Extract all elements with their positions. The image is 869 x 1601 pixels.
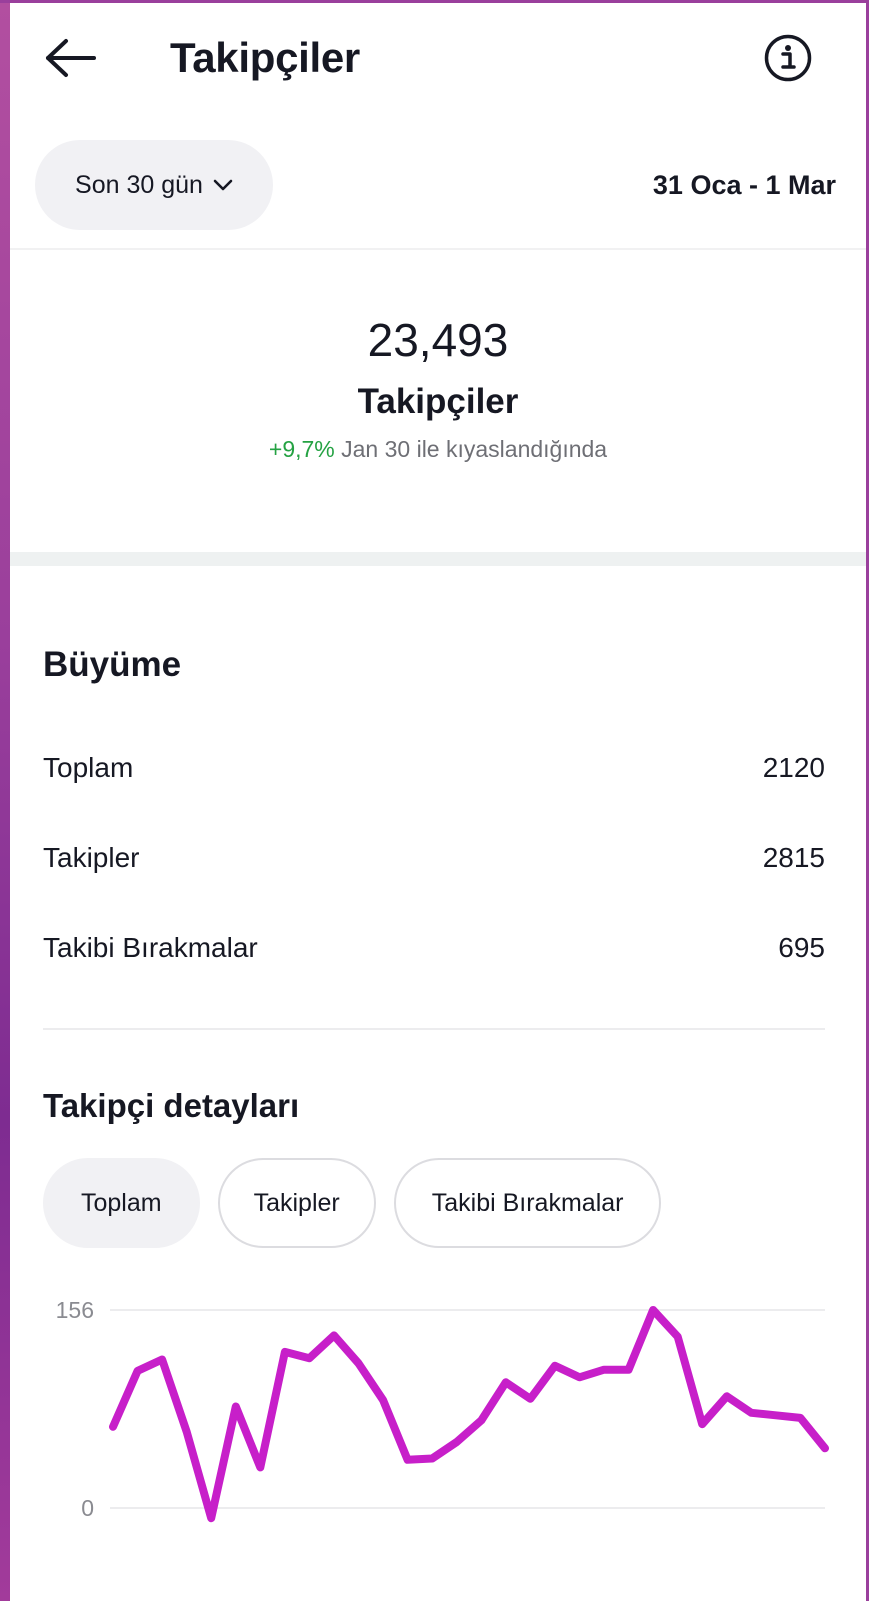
back-button[interactable] <box>40 32 100 84</box>
stat-row-total: Toplam 2120 <box>43 748 825 788</box>
stat-value: 2120 <box>762 752 825 783</box>
tab-follows[interactable]: Takipler <box>217 1158 376 1248</box>
page-title: Takipçiler <box>170 34 360 81</box>
follower-count-label: Takipçiler <box>357 382 519 421</box>
y-tick-label-top: 156 <box>56 1297 94 1323</box>
info-circle-icon <box>764 34 812 82</box>
date-range-dropdown-label: Son 30 gün <box>75 170 203 199</box>
date-range-text: 31 Oca - 1 Mar <box>652 170 836 200</box>
top-app-bar: Takipçiler <box>10 0 866 115</box>
change-comparison: +9,7% Jan 30 ile kıyaslandığında <box>10 434 866 464</box>
followers-summary: 23,493 Takipçiler +9,7% Jan 30 ile kıyas… <box>10 300 866 464</box>
info-button[interactable] <box>762 32 814 84</box>
section-divider <box>10 552 866 566</box>
stat-label: Takipler <box>43 842 140 873</box>
date-range-dropdown[interactable]: Son 30 gün <box>35 140 273 230</box>
follower-details-title: Takipçi detayları <box>43 1087 300 1124</box>
app-frame: Takipçiler Son 30 gün 31 Oca - 1 Mar 23,… <box>0 0 869 1601</box>
divider <box>43 1028 825 1030</box>
arrow-left-icon <box>46 39 96 77</box>
wallpaper-edge <box>0 0 10 1601</box>
stat-row-unfollows: Takibi Bırakmalar 695 <box>43 928 825 968</box>
stat-label: Takibi Bırakmalar <box>43 932 258 963</box>
stat-value: 695 <box>778 932 825 963</box>
chevron-down-icon <box>213 179 233 191</box>
follower-chart: 156 0 <box>10 1280 866 1540</box>
change-text: Jan 30 ile kıyaslandığında <box>341 436 608 462</box>
follower-line-chart: 156 0 <box>56 1297 829 1523</box>
stat-row-follows: Takipler 2815 <box>43 838 825 878</box>
detail-tabs: Toplam Takipler Takibi Bırakmalar <box>43 1158 662 1248</box>
stat-label: Toplam <box>43 752 134 783</box>
y-tick-label-bottom: 0 <box>81 1495 94 1521</box>
tab-total[interactable]: Toplam <box>43 1158 200 1248</box>
follower-count: 23,493 <box>367 314 509 366</box>
date-filter-row: Son 30 gün 31 Oca - 1 Mar <box>10 140 866 232</box>
divider <box>10 248 866 250</box>
change-percent: +9,7% <box>268 436 335 462</box>
series-line <box>109 1306 829 1523</box>
stat-value: 2815 <box>762 842 825 873</box>
tab-unfollows[interactable]: Takibi Bırakmalar <box>393 1158 662 1248</box>
growth-title: Büyüme <box>43 645 182 684</box>
